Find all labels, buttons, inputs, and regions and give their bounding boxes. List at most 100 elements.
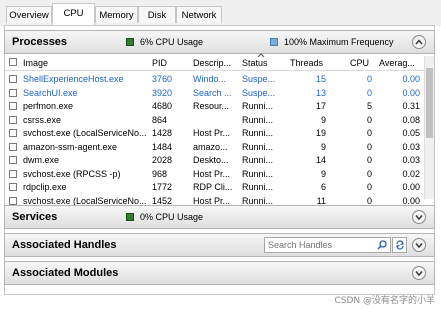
row-checkbox[interactable]	[9, 196, 17, 205]
tab-overview[interactable]: Overview	[6, 6, 52, 23]
image-cell: dwm.exe	[23, 155, 60, 165]
processes-table-header: Image PID Descrip... Status Threads CPU …	[5, 53, 424, 71]
description-cell: Host Pr...	[193, 168, 231, 179]
pid-cell: 1484	[152, 141, 173, 152]
table-row[interactable]: ShellExperienceHost.exe 3760 Windo... Suspe…	[5, 73, 424, 86]
refresh-button[interactable]	[392, 237, 407, 253]
column-image[interactable]: Image	[23, 58, 143, 68]
tab-disk[interactable]: Disk	[138, 6, 176, 23]
tab-network[interactable]: Network	[176, 6, 222, 23]
row-checkbox[interactable]	[9, 129, 17, 137]
average-cell: 0.03	[402, 155, 420, 165]
pid-cell: 864	[152, 114, 168, 125]
scrollbar-thumb[interactable]	[426, 68, 433, 138]
status-cell: Runni...	[242, 101, 274, 111]
max-frequency-text: 100% Maximum Frequency	[284, 37, 394, 47]
average-cell: 0.00	[402, 195, 420, 206]
cpu-cell: 0	[366, 141, 372, 152]
cpu-cell: 5	[366, 101, 372, 111]
search-icon[interactable]	[377, 240, 387, 250]
collapse-chevron-up-icon[interactable]	[412, 35, 426, 49]
column-threads[interactable]: Threads	[290, 58, 326, 68]
row-checkbox[interactable]	[9, 102, 17, 110]
table-row[interactable]: svchost.exe (RPCSS -p) 968 Host Pr... Runni…	[5, 168, 424, 181]
status-cell: Runni...	[242, 128, 274, 138]
table-row[interactable]: amazon-ssm-agent.exe 1484 amazo... Runni...…	[5, 141, 424, 154]
tab-cpu[interactable]: CPU	[52, 3, 95, 25]
column-pid[interactable]: PID	[152, 58, 188, 68]
cpu-cell: 0	[366, 182, 372, 192]
average-cell: 0.02	[402, 168, 420, 179]
tab-memory[interactable]: Memory	[95, 6, 138, 23]
average-cell: 0.00	[402, 74, 420, 84]
threads-cell: 15	[315, 74, 326, 84]
sort-arrow-icon	[257, 53, 265, 58]
status-cell: Runni...	[242, 114, 274, 125]
threads-cell: 14	[315, 155, 326, 165]
image-cell: SearchUI.exe	[23, 87, 78, 98]
average-cell: 0.00	[402, 182, 420, 192]
image-cell: amazon-ssm-agent.exe	[23, 141, 118, 152]
associated-modules-header[interactable]: Associated Modules	[4, 261, 435, 285]
modules-expand-chevron-down-icon[interactable]	[412, 266, 426, 280]
threads-cell: 17	[315, 101, 326, 111]
description-cell: Host Pr...	[193, 128, 231, 138]
threads-cell: 6	[320, 182, 326, 192]
search-handles-box[interactable]	[264, 237, 391, 253]
cpu-cell: 0	[366, 128, 372, 138]
pid-cell: 3760	[152, 74, 173, 84]
pid-cell: 968	[152, 168, 168, 179]
table-row[interactable]: rdpclip.exe 1772 RDP Cli... Runni... 6 0 0.00	[5, 181, 424, 194]
average-cell: 0.31	[402, 101, 420, 111]
max-frequency-swatch	[270, 38, 278, 46]
associated-handles-header[interactable]: Associated Handles	[4, 233, 435, 257]
image-cell: csrss.exe	[23, 114, 62, 125]
row-checkbox[interactable]	[9, 75, 17, 83]
row-checkbox[interactable]	[9, 115, 17, 124]
description-cell: Host Pr...	[193, 195, 231, 206]
pid-cell: 4680	[152, 101, 173, 111]
description-cell: Resour...	[193, 101, 230, 111]
table-row[interactable]: perfmon.exe 4680 Resour... Runni... 17 5 0.31	[5, 100, 424, 113]
row-checkbox[interactable]	[9, 156, 17, 164]
threads-cell: 9	[320, 114, 326, 125]
processes-scrollbar[interactable]	[424, 56, 434, 199]
column-description[interactable]: Descrip...	[193, 58, 235, 68]
tab-bar: Overview CPU Memory Disk Network	[0, 0, 441, 26]
handles-expand-chevron-down-icon[interactable]	[412, 238, 426, 252]
cpu-usage-indicator: 6% CPU Usage	[126, 37, 203, 47]
processes-header[interactable]: Processes 6% CPU Usage 100% Maximum Freq…	[4, 30, 435, 54]
pid-cell: 1428	[152, 128, 173, 138]
threads-cell: 9	[320, 141, 326, 152]
column-cpu[interactable]: CPU	[350, 58, 370, 68]
table-row[interactable]: svchost.exe (LocalServiceNo... 1428 Host P…	[5, 127, 424, 140]
image-cell: rdpclip.exe	[23, 182, 67, 192]
services-cpu-usage-indicator: 0% CPU Usage	[126, 212, 203, 222]
row-checkbox[interactable]	[9, 169, 17, 178]
services-cpu-swatch	[126, 213, 134, 221]
average-cell: 0.03	[402, 141, 420, 152]
search-handles-input[interactable]	[268, 239, 368, 251]
table-row[interactable]: csrss.exe 864 Runni... 9 0 0.08	[5, 114, 424, 127]
pid-cell: 1452	[152, 195, 173, 206]
services-header[interactable]: Services 0% CPU Usage	[4, 205, 435, 229]
cpu-cell: 0	[366, 168, 372, 179]
select-all-checkbox[interactable]	[9, 58, 17, 66]
column-average[interactable]: Averag...	[379, 58, 419, 68]
cpu-usage-swatch	[126, 38, 134, 46]
expand-chevron-down-icon[interactable]	[412, 210, 426, 224]
status-cell: Runni...	[242, 182, 274, 192]
table-row[interactable]: dwm.exe 2028 Deskto... Runni... 14 0 0.03	[5, 154, 424, 167]
associated-handles-title: Associated Handles	[12, 239, 117, 251]
description-cell: Deskto...	[193, 155, 229, 165]
column-status[interactable]: Status	[242, 58, 284, 68]
description-cell: Search ...	[193, 87, 232, 98]
row-checkbox[interactable]	[9, 88, 17, 97]
services-cpu-usage-text: 0% CPU Usage	[140, 212, 204, 222]
row-checkbox[interactable]	[9, 142, 17, 151]
status-cell: Runni...	[242, 195, 274, 206]
status-cell: Runni...	[242, 168, 274, 179]
table-row[interactable]: SearchUI.exe 3920 Search ... Suspe... 13 0 0.0…	[5, 87, 424, 100]
status-cell: Suspe...	[242, 87, 276, 98]
row-checkbox[interactable]	[9, 183, 17, 191]
